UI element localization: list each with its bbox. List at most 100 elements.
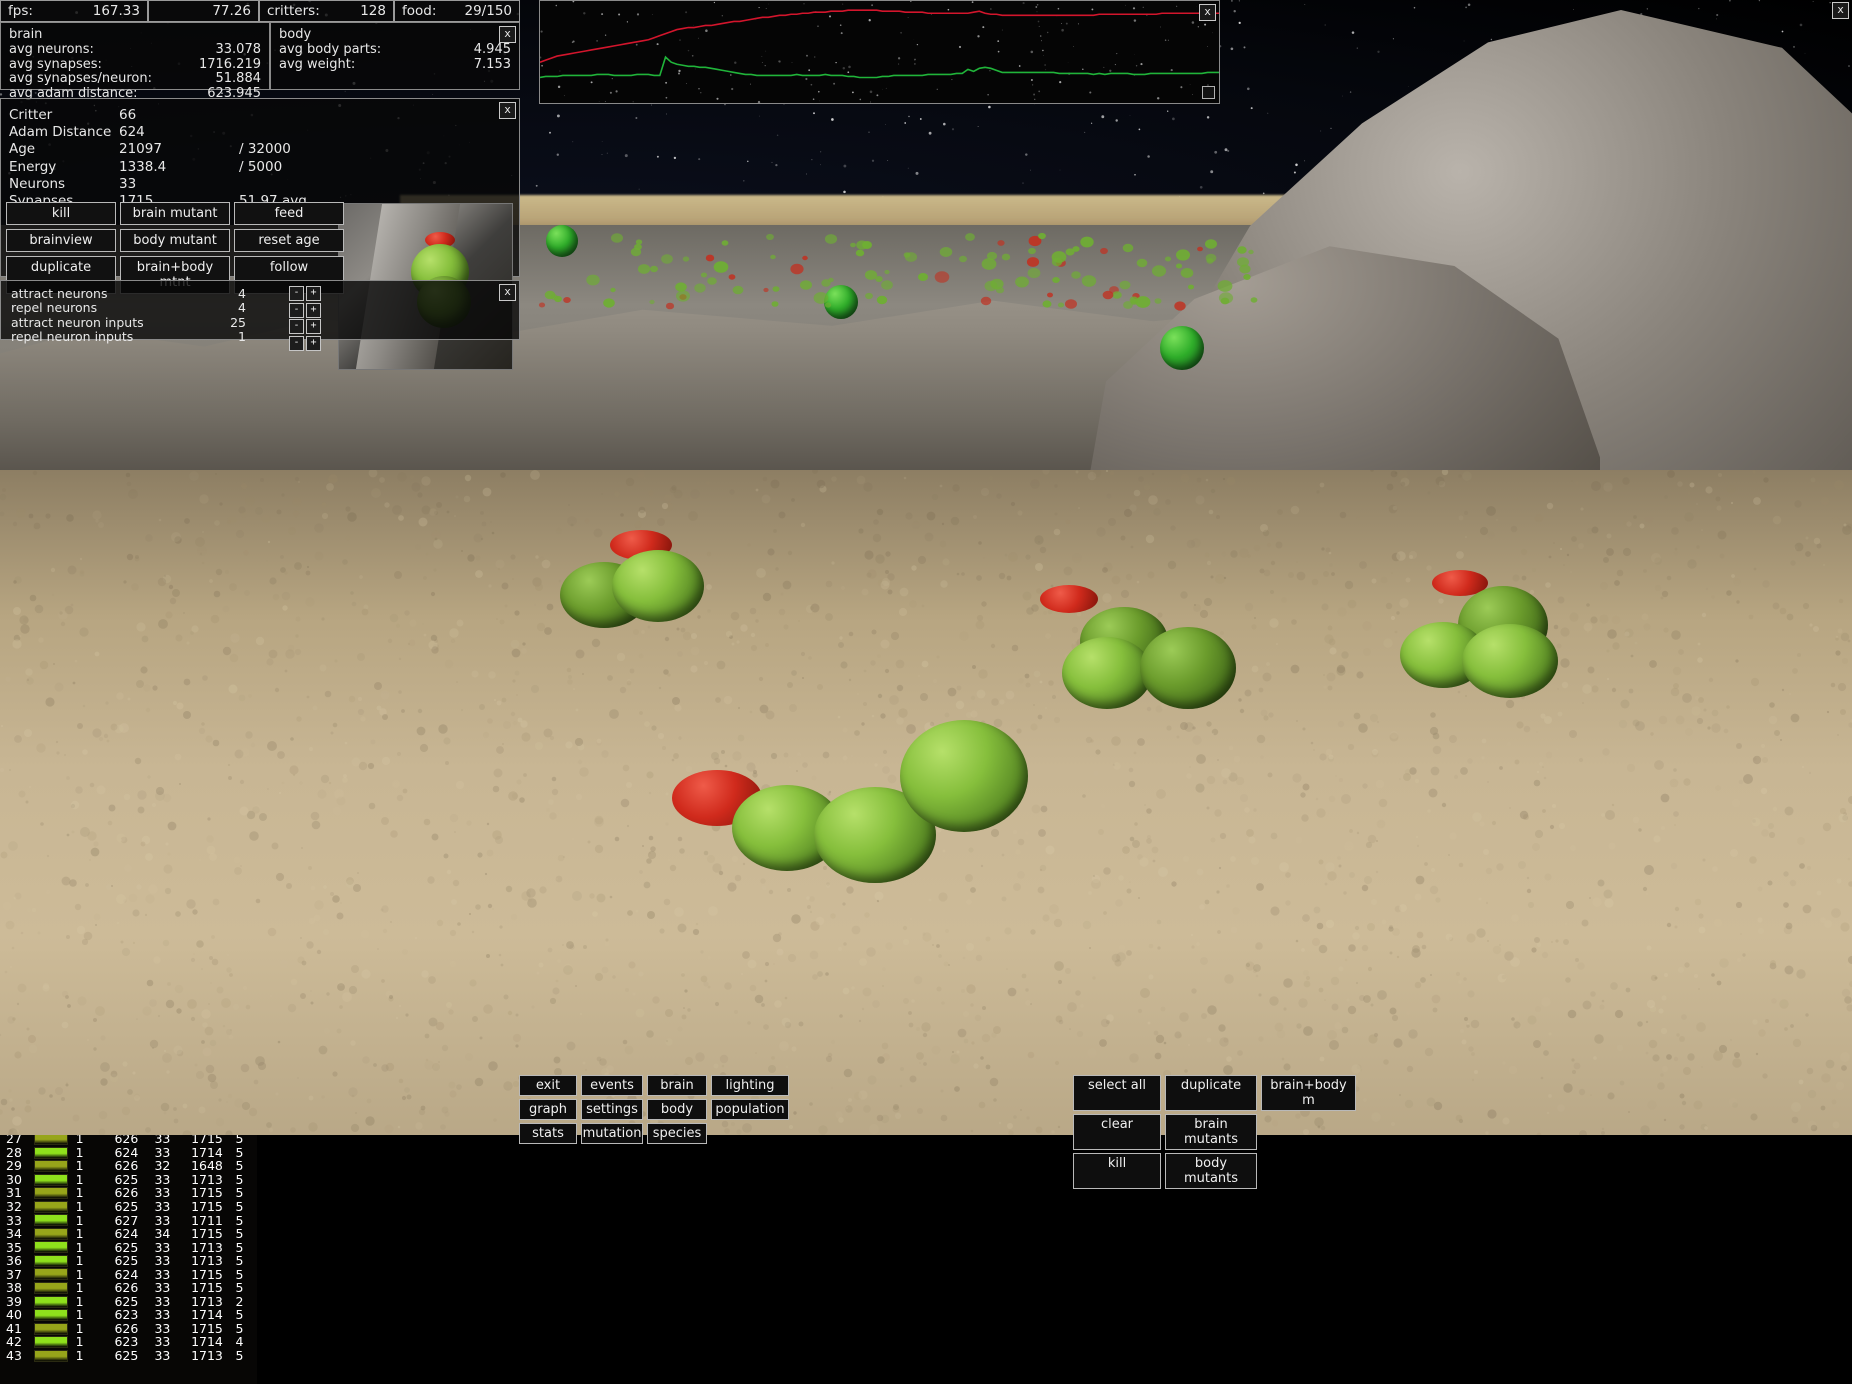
species-color-swatch [34, 1323, 68, 1335]
toolbar-button-population[interactable]: population [711, 1099, 789, 1120]
species-color-cell [34, 1254, 75, 1268]
table-row[interactable]: 2816243317145 [0, 1146, 257, 1160]
table-row[interactable]: 3616253317135 [0, 1254, 257, 1268]
species-color-swatch [34, 1350, 68, 1362]
table-row[interactable]: 4216233317144 [0, 1335, 257, 1349]
table-cell: 624 [114, 1146, 154, 1160]
table-cell: 33 [0, 1214, 34, 1228]
critter-info-row: Energy1338.4/ 5000 [9, 159, 329, 176]
table-cell: 5 [236, 1322, 257, 1336]
critter-info-label: Adam Distance [9, 124, 119, 141]
selection-button-select-all[interactable]: select all [1073, 1075, 1161, 1111]
minus-icon[interactable]: - [289, 303, 304, 318]
toolbar-button-brain[interactable]: brain [647, 1075, 707, 1096]
toolbar-row: select allduplicatebrain+body m [1073, 1075, 1356, 1111]
critter-button-brainview[interactable]: brainview [6, 229, 116, 252]
food-label: food: [402, 3, 436, 19]
species-color-swatch [34, 1296, 68, 1308]
table-cell: 5 [236, 1268, 257, 1282]
table-row[interactable]: 4116263317155 [0, 1322, 257, 1336]
table-cell: 1 [76, 1335, 115, 1349]
critter-info-value: 66 [119, 107, 239, 124]
body-stats-rows: avg body parts:4.945avg weight:7.153 [279, 43, 511, 72]
toolbar-button-events[interactable]: events [581, 1075, 643, 1096]
plus-icon[interactable]: + [306, 303, 321, 318]
table-row[interactable]: 3116263317155 [0, 1186, 257, 1200]
minus-icon[interactable]: - [289, 286, 304, 301]
table-row[interactable]: 4016233317145 [0, 1308, 257, 1322]
species-color-swatch [34, 1160, 68, 1172]
toolbar-button-species[interactable]: species [647, 1123, 707, 1144]
plus-icon[interactable]: + [306, 336, 321, 351]
table-cell: 33 [154, 1335, 191, 1349]
brain-stats-panel: brain avg neurons:33.078avg synapses:171… [0, 22, 270, 90]
table-row[interactable]: 3016253317135 [0, 1173, 257, 1187]
critter-info-row: Critter66 [9, 107, 329, 124]
table-cell: 39 [0, 1295, 34, 1309]
stat-row: avg synapses/neuron:51.884 [9, 72, 261, 87]
toolbar-button-stats[interactable]: stats [519, 1123, 577, 1144]
stat-label: avg weight: [279, 58, 355, 73]
table-cell: 32 [0, 1200, 34, 1214]
selection-button-duplicate[interactable]: duplicate [1165, 1075, 1257, 1111]
table-cell: 33 [154, 1268, 191, 1282]
graph-resize-handle[interactable] [1202, 86, 1215, 99]
species-color-cell [34, 1335, 75, 1349]
table-row[interactable]: 3816263317155 [0, 1281, 257, 1295]
minus-icon[interactable]: - [289, 336, 304, 351]
close-icon[interactable]: x [1832, 2, 1849, 19]
toolbar-button-settings[interactable]: settings [581, 1099, 643, 1120]
selection-button-body-mutants[interactable]: body mutants [1165, 1153, 1257, 1189]
close-icon[interactable]: x [499, 26, 516, 43]
stepper-row: -+ [289, 319, 321, 334]
table-row[interactable]: 3416243417155 [0, 1227, 257, 1241]
table-cell: 5 [236, 1200, 257, 1214]
selection-button-brain-mutants[interactable]: brain mutants [1165, 1114, 1257, 1150]
selection-button-clear[interactable]: clear [1073, 1114, 1161, 1150]
table-row[interactable]: 2916263216485 [0, 1159, 257, 1173]
toolbar-button-body[interactable]: body [647, 1099, 707, 1120]
food-value: 29/150 [465, 3, 513, 19]
critter-button-kill[interactable]: kill [6, 202, 116, 225]
table-cell: 1713 [191, 1254, 235, 1268]
selection-button-brain-body-m[interactable]: brain+body m [1261, 1075, 1356, 1111]
toolbar-button-exit[interactable]: exit [519, 1075, 577, 1096]
table-row[interactable]: 3916253317132 [0, 1295, 257, 1309]
toolbar-button-mutation[interactable]: mutation [581, 1123, 643, 1144]
neuron-param-value: 4 [206, 287, 246, 301]
neuron-param-label: attract neurons [11, 287, 206, 301]
close-icon[interactable]: x [499, 102, 516, 119]
table-cell: 5 [236, 1241, 257, 1255]
close-icon[interactable]: x [1199, 4, 1216, 21]
table-cell: 1715 [191, 1268, 235, 1282]
toolbar-button-graph[interactable]: graph [519, 1099, 577, 1120]
plus-icon[interactable]: + [306, 319, 321, 334]
table-cell: 36 [0, 1254, 34, 1268]
table-cell: 33 [154, 1186, 191, 1200]
table-row[interactable]: 3316273317115 [0, 1214, 257, 1228]
close-icon[interactable]: x [499, 284, 516, 301]
table-row[interactable]: 3216253317155 [0, 1200, 257, 1214]
table-cell: 33 [154, 1146, 191, 1160]
critter-button-brain-mutant[interactable]: brain mutant [120, 202, 230, 225]
critter-info-label: Energy [9, 159, 119, 176]
table-cell: 1714 [191, 1335, 235, 1349]
selection-button-kill[interactable]: kill [1073, 1153, 1161, 1189]
plus-icon[interactable]: + [306, 286, 321, 301]
table-cell: 5 [236, 1186, 257, 1200]
toolbar-button-lighting[interactable]: lighting [711, 1075, 789, 1096]
critter-button-feed[interactable]: feed [234, 202, 344, 225]
critter-button-body-mutant[interactable]: body mutant [120, 229, 230, 252]
critter-button-reset-age[interactable]: reset age [234, 229, 344, 252]
table-row[interactable]: 3716243317155 [0, 1268, 257, 1282]
brain-stats-title: brain [9, 27, 261, 42]
minus-icon[interactable]: - [289, 319, 304, 334]
neuron-param-label: attract neuron inputs [11, 316, 206, 330]
table-row[interactable]: 3516253317135 [0, 1241, 257, 1255]
critter-button-row: killbrain mutantfeed [6, 202, 344, 225]
neuron-param-row: repel neurons4 [11, 301, 301, 315]
species-color-swatch [34, 1255, 68, 1267]
neuron-param-label: repel neurons [11, 301, 206, 315]
table-row[interactable]: 4316253317135 [0, 1349, 257, 1363]
graph-panel[interactable]: x [539, 0, 1220, 104]
